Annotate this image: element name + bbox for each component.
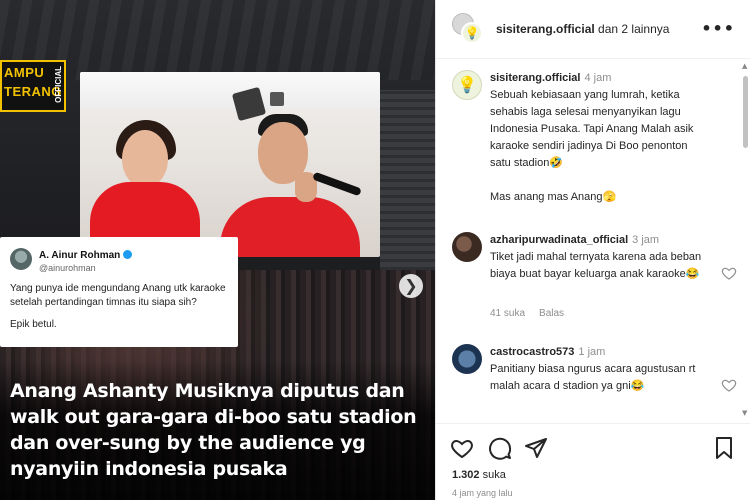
caption-username[interactable]: sisiterang.official [490,72,580,84]
singer-left-face [122,130,168,188]
stadium-scaffold [380,90,435,270]
caption-text: Sebuah kebiasaan yang lumrah, ketika seh… [490,89,694,169]
logo-line-1: AMPU [4,65,45,80]
scroll-thumb[interactable] [743,76,748,148]
caption-avatar[interactable]: 💡 [452,70,482,100]
likes-label[interactable]: suka [480,469,506,481]
comments-list: 💡 sisiterang.official 4 jam Sebuah kebias… [436,60,750,422]
comment-item: azharipurwadinata_official 3 jam Tiket ja… [452,232,737,332]
post-panel: 💡 sisiterang.official dan 2 lainnya ••• … [435,0,750,500]
comments-scrollbar[interactable]: ▲ ▼ [742,62,748,417]
comment-item: castrocastro573 1 jam Panitiany biasa ngu… [452,344,737,422]
next-slide-button[interactable]: ❯ [399,274,423,298]
tweet-author-name: A. Ainur Rohman [39,250,121,261]
comment-avatar[interactable] [452,232,482,262]
like-comment-heart-icon[interactable] [721,265,737,281]
comment-username[interactable]: castrocastro573 [490,346,574,358]
comment-reply[interactable]: Balas [539,308,564,319]
comment-likes[interactable]: 41 suka [490,308,525,319]
header-authors[interactable]: sisiterang.official dan 2 lainnya [496,22,669,36]
post-header: 💡 sisiterang.official dan 2 lainnya ••• [436,0,750,59]
caption-time[interactable]: 4 jam [584,72,611,84]
tweet-body: Yang punya ide mengundang Anang utk kara… [10,283,226,308]
comment-time[interactable]: 1 jam [578,346,605,358]
header-username[interactable]: sisiterang.official [496,22,595,36]
media-headline: Anang Ashanty Musiknya diputus dan walk … [10,380,417,480]
tweet-body-2: Epik betul. [10,319,57,330]
lightbulb-icon: 💡 [461,22,483,44]
caption-text-2: Mas anang mas Anang🫣 [490,191,617,203]
post-actions: 1.302 suka 4 jam yang lalu [436,423,750,500]
more-options-icon[interactable]: ••• [701,19,735,38]
like-comment-heart-icon[interactable] [721,377,737,393]
bookmark-save-icon[interactable] [712,436,736,460]
header-suffix[interactable]: dan 2 lainnya [595,22,669,36]
likes-number[interactable]: 1.302 [452,469,480,481]
verified-badge-icon [123,250,133,259]
comment-time[interactable]: 3 jam [632,234,659,246]
comment-meta: 41 suka Balas [490,308,578,319]
stadium-screen [80,72,380,257]
comment-text: Tiket jadi mahal ternyata karena ada beb… [490,251,702,280]
screen-ceiling [80,72,380,110]
post-time-ago[interactable]: 4 jam yang lalu [452,488,513,498]
singer-right-shirt [220,197,360,257]
scroll-up-arrow-icon[interactable]: ▲ [742,62,747,70]
microphone [312,171,362,197]
post-caption: 💡 sisiterang.official 4 jam Sebuah kebias… [452,70,737,210]
share-send-icon[interactable] [524,436,548,460]
comment-bubble-icon[interactable] [488,436,512,460]
comment-text: Panitiany biasa ngurus acara agustusan r… [490,363,696,392]
like-heart-icon[interactable] [450,436,474,460]
scroll-down-arrow-icon[interactable]: ▼ [742,409,747,417]
likes-count[interactable]: 1.302 suka [452,469,506,481]
tweet-avatar [10,248,32,270]
comment-avatar[interactable] [452,344,482,374]
comment-username[interactable]: azharipurwadinata_official [490,234,628,246]
post-media[interactable]: AMPU TERANG OFFICIAL A. Ainur Rohman @ai… [0,0,435,500]
tweet-handle: @ainurohman [39,263,96,273]
screen-speaker-small [270,92,284,106]
embedded-tweet: A. Ainur Rohman @ainurohman Yang punya i… [0,237,238,347]
publisher-logo: AMPU TERANG OFFICIAL [0,60,66,112]
collab-avatars[interactable]: 💡 [452,13,484,45]
logo-line-3: OFFICIAL [54,66,63,103]
